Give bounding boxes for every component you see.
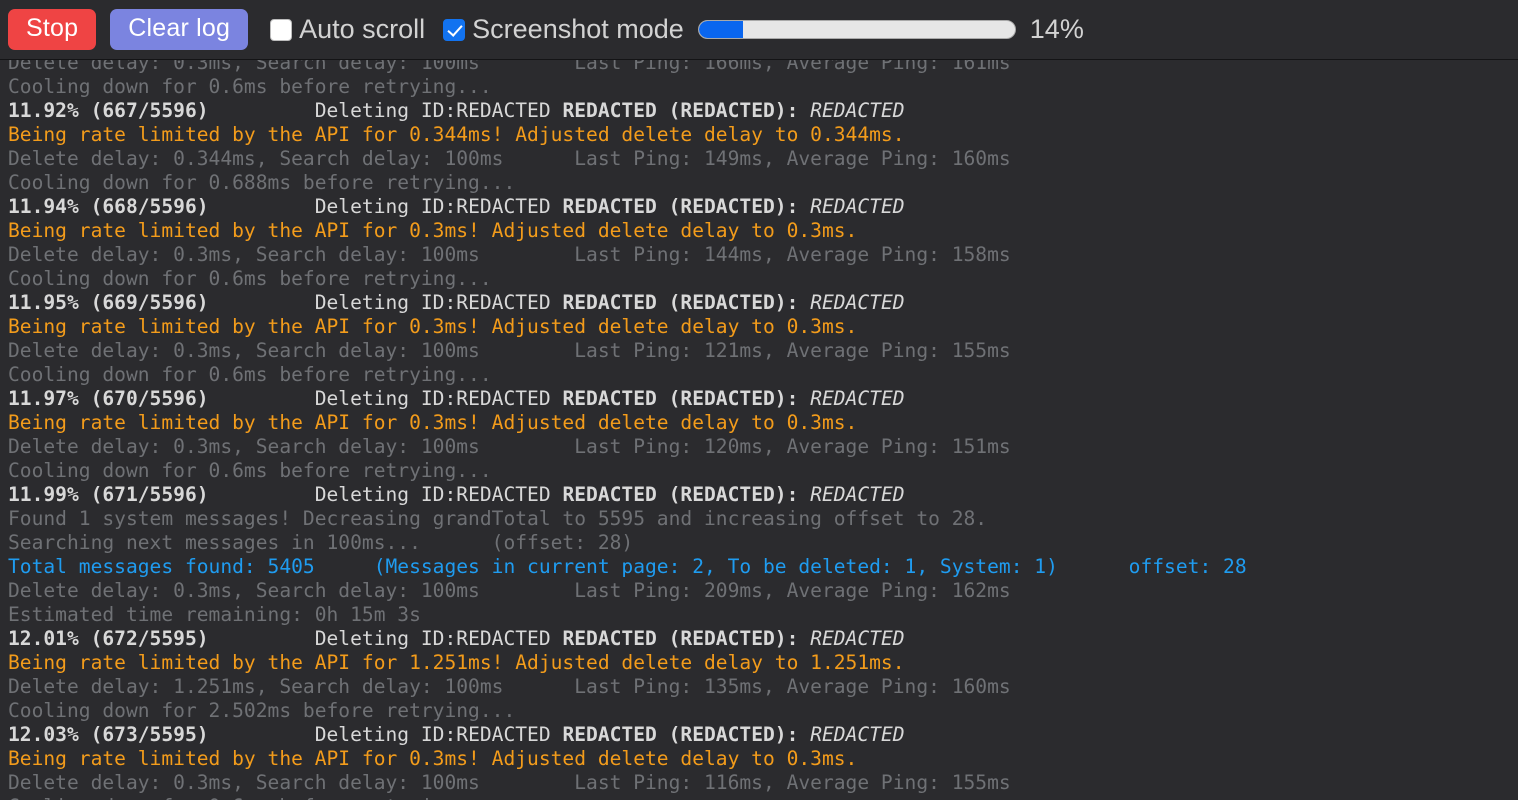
log-author: REDACTED (REDACTED): xyxy=(562,99,799,122)
log-spacer xyxy=(209,627,315,650)
log-action: Deleting ID:REDACTED xyxy=(314,195,563,218)
log-progress-percent: 11.97% (670/5596) xyxy=(8,387,209,410)
log-progress-percent: 12.03% (673/5595) xyxy=(8,723,209,746)
log-line: 11.99% (671/5596) Deleting ID:REDACTED R… xyxy=(8,483,1518,507)
log-spacer xyxy=(798,195,810,218)
checkbox-unchecked-icon[interactable] xyxy=(270,18,293,41)
progress-bar xyxy=(697,20,1016,39)
log-line: 11.92% (667/5596) Deleting ID:REDACTED R… xyxy=(8,99,1518,123)
screenshot-mode-label: Screenshot mode xyxy=(472,14,684,44)
stop-button[interactable]: Stop xyxy=(8,9,97,50)
log-progress-percent: 11.99% (671/5596) xyxy=(8,483,209,506)
progress-bar-fill xyxy=(698,21,744,38)
log-line: Cooling down for 0.6ms before retrying..… xyxy=(8,75,492,98)
log-line: Delete delay: 0.3ms, Search delay: 100ms… xyxy=(8,243,1011,266)
log-line: Cooling down for 0.688ms before retrying… xyxy=(8,171,516,194)
log-spacer xyxy=(798,291,810,314)
log-message-content: REDACTED xyxy=(810,291,905,314)
log-spacer xyxy=(798,387,810,410)
log-line: Delete delay: 0.3ms, Search delay: 100ms… xyxy=(8,339,1011,362)
log-message-content: REDACTED xyxy=(810,99,905,122)
log-line: Being rate limited by the API for 0.3ms!… xyxy=(8,411,858,434)
log-line: Found 1 system messages! Decreasing gran… xyxy=(8,507,988,530)
log-line: Delete delay: 0.3ms, Search delay: 100ms… xyxy=(8,435,1011,458)
log-action: Deleting ID:REDACTED xyxy=(314,483,563,506)
log-message-content: REDACTED xyxy=(810,195,905,218)
log-message-content: REDACTED xyxy=(810,627,905,650)
log-message-content: REDACTED xyxy=(810,723,905,746)
auto-scroll-checkbox[interactable]: Auto scroll xyxy=(270,16,425,43)
log-line: 12.01% (672/5595) Deleting ID:REDACTED R… xyxy=(8,627,1518,651)
log-spacer xyxy=(798,483,810,506)
checkbox-checked-icon[interactable] xyxy=(443,18,466,41)
log-progress-percent: 11.92% (667/5596) xyxy=(8,99,209,122)
clear-log-button[interactable]: Clear log xyxy=(110,9,249,50)
log-spacer xyxy=(209,99,315,122)
log-spacer xyxy=(798,723,810,746)
log-author: REDACTED (REDACTED): xyxy=(562,627,799,650)
log-line: 11.94% (668/5596) Deleting ID:REDACTED R… xyxy=(8,195,1518,219)
log-line: Searching next messages in 100ms... (off… xyxy=(8,531,634,554)
log-spacer xyxy=(209,291,315,314)
log-line: Delete delay: 0.3ms, Search delay: 100ms… xyxy=(8,60,1011,74)
log-spacer xyxy=(209,387,315,410)
log-line: Delete delay: 0.3ms, Search delay: 100ms… xyxy=(8,579,1011,602)
log-author: REDACTED (REDACTED): xyxy=(562,291,799,314)
log-line: Total messages found: 5405 (Messages in … xyxy=(8,555,1247,578)
log-spacer xyxy=(209,483,315,506)
log-author: REDACTED (REDACTED): xyxy=(562,387,799,410)
log-progress-percent: 11.94% (668/5596) xyxy=(8,195,209,218)
toolbar: Stop Clear log Auto scroll Screenshot mo… xyxy=(0,0,1518,60)
progress-percent-label: 14% xyxy=(1029,14,1084,44)
log-spacer xyxy=(798,99,810,122)
log-line: Estimated time remaining: 0h 15m 3s xyxy=(8,603,421,626)
log-line: Being rate limited by the API for 0.3ms!… xyxy=(8,747,858,770)
log-line: Cooling down for 2.502ms before retrying… xyxy=(8,699,516,722)
screenshot-mode-checkbox[interactable]: Screenshot mode xyxy=(443,16,684,43)
log-action: Deleting ID:REDACTED xyxy=(314,627,563,650)
auto-scroll-label: Auto scroll xyxy=(299,14,426,44)
log-action: Deleting ID:REDACTED xyxy=(314,99,563,122)
log-line: Being rate limited by the API for 0.3ms!… xyxy=(8,219,858,242)
log-author: REDACTED (REDACTED): xyxy=(562,195,799,218)
log-action: Deleting ID:REDACTED xyxy=(314,387,563,410)
log-line: 12.03% (673/5595) Deleting ID:REDACTED R… xyxy=(8,723,1518,747)
log-line: Being rate limited by the API for 0.3ms!… xyxy=(8,315,858,338)
log-spacer xyxy=(209,195,315,218)
log-line: Cooling down for 0.6ms before retrying..… xyxy=(8,363,492,386)
log-lines-container: Delete delay: 0.3ms, Search delay: 100ms… xyxy=(8,60,1518,800)
log-action: Deleting ID:REDACTED xyxy=(314,291,563,314)
log-line: Being rate limited by the API for 0.344m… xyxy=(8,123,905,146)
log-line: Delete delay: 1.251ms, Search delay: 100… xyxy=(8,675,1011,698)
log-output[interactable]: Delete delay: 0.3ms, Search delay: 100ms… xyxy=(0,60,1518,800)
log-progress-percent: 12.01% (672/5595) xyxy=(8,627,209,650)
log-author: REDACTED (REDACTED): xyxy=(562,483,799,506)
log-line: Delete delay: 0.3ms, Search delay: 100ms… xyxy=(8,771,1011,794)
log-line: 11.95% (669/5596) Deleting ID:REDACTED R… xyxy=(8,291,1518,315)
log-line: Being rate limited by the API for 1.251m… xyxy=(8,651,905,674)
log-author: REDACTED (REDACTED): xyxy=(562,723,799,746)
log-line: Cooling down for 0.6ms before retrying..… xyxy=(8,795,1518,800)
log-line: Cooling down for 0.6ms before retrying..… xyxy=(8,459,492,482)
log-spacer xyxy=(798,627,810,650)
log-line: Cooling down for 0.6ms before retrying..… xyxy=(8,267,492,290)
log-line: 11.97% (670/5596) Deleting ID:REDACTED R… xyxy=(8,387,1518,411)
log-spacer xyxy=(209,723,315,746)
log-message-content: REDACTED xyxy=(810,387,905,410)
log-progress-percent: 11.95% (669/5596) xyxy=(8,291,209,314)
log-line: Delete delay: 0.344ms, Search delay: 100… xyxy=(8,147,1011,170)
log-message-content: REDACTED xyxy=(810,483,905,506)
log-action: Deleting ID:REDACTED xyxy=(314,723,563,746)
